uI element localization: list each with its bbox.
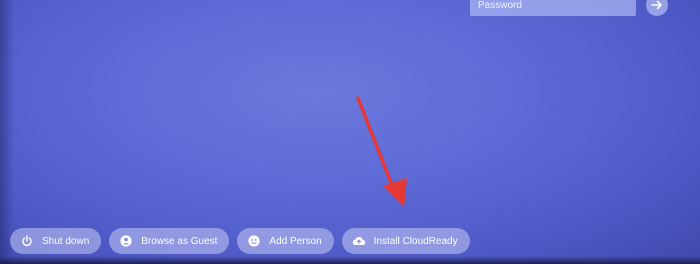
- power-icon: [20, 234, 34, 248]
- shut-down-button[interactable]: Shut down: [10, 228, 102, 254]
- browse-as-guest-label: Browse as Guest: [141, 235, 218, 247]
- screen-bottom-bezel: [0, 256, 700, 264]
- install-cloudready-button[interactable]: Install CloudReady: [341, 228, 470, 254]
- browse-as-guest-button[interactable]: Browse as Guest: [109, 228, 230, 254]
- annotation-arrow: [356, 96, 407, 207]
- login-shelf: Shut down Browse as Guest Add Person Ins…: [10, 228, 470, 254]
- arrow-right-icon: [651, 0, 662, 10]
- password-input[interactable]: [478, 0, 636, 11]
- add-person-button[interactable]: Add Person: [237, 228, 334, 254]
- shut-down-label: Shut down: [42, 235, 90, 247]
- guest-person-icon: [119, 234, 133, 248]
- add-person-label: Add Person: [269, 235, 322, 247]
- password-field[interactable]: [470, 0, 636, 16]
- screen-left-shade: [0, 0, 14, 264]
- submit-button[interactable]: [646, 0, 668, 16]
- cloud-upload-icon: [352, 234, 366, 248]
- install-cloudready-label: Install CloudReady: [373, 235, 458, 247]
- add-person-icon: [247, 234, 261, 248]
